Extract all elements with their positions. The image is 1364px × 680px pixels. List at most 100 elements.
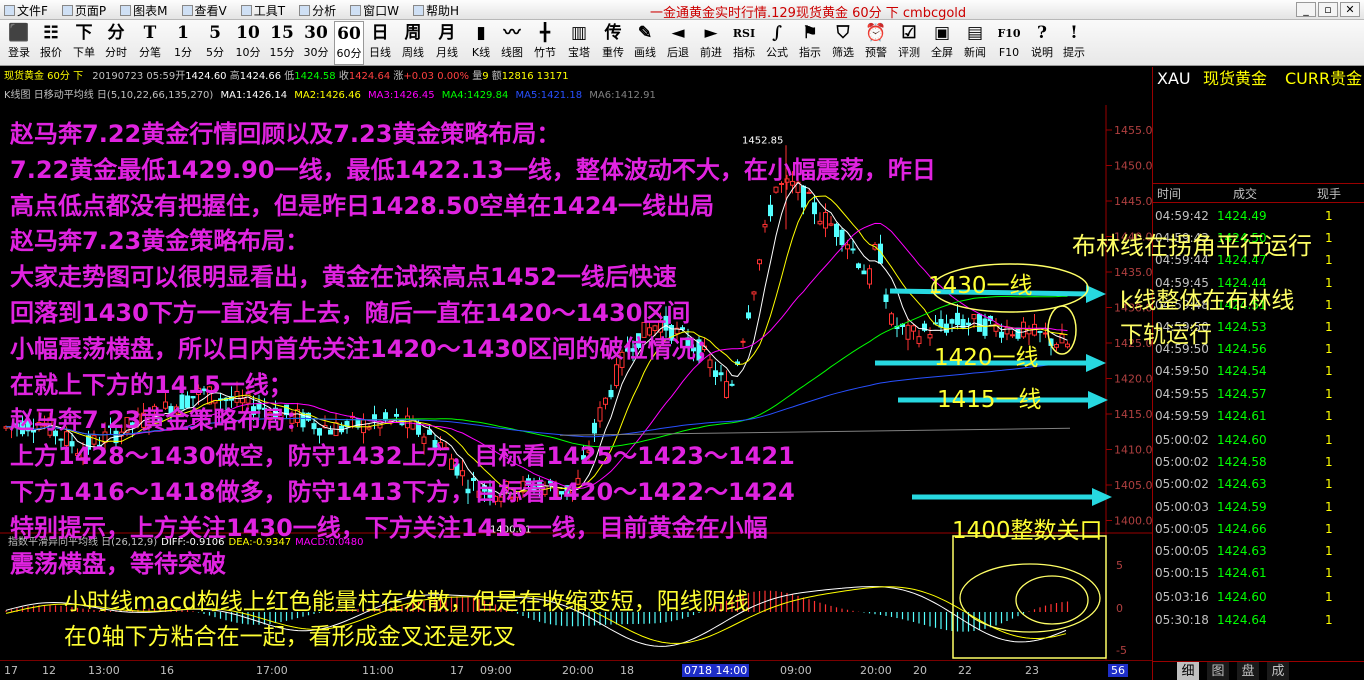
tick-row[interactable]: 04:59:44 1424.47 1 — [1153, 249, 1364, 271]
tick-row[interactable]: 05:00:05 1424.66 1 — [1153, 518, 1364, 540]
tick-volume: 1 — [1325, 342, 1333, 357]
toolbar-button-11[interactable]: 日日线 — [365, 21, 395, 65]
tick-row[interactable]: 05:03:16 1424.60 1 — [1153, 586, 1364, 608]
minimize-icon[interactable]: _ — [1296, 2, 1316, 17]
toolbar-button-26[interactable]: ⏰ 预警 — [860, 21, 892, 65]
toolbar-button-25[interactable]: ⛉ 筛选 — [827, 21, 859, 65]
toolbar-button-28[interactable]: ▣ 全屏 — [926, 21, 958, 65]
menu-analysis[interactable]: 分析 — [299, 2, 336, 18]
tick-volume: 1 — [1325, 455, 1333, 470]
toolbar-button-5[interactable]: 1 1分 — [168, 21, 198, 65]
toolbar-button-23[interactable]: ∫ 公式 — [761, 21, 793, 65]
toolbar-button-13[interactable]: 月月线 — [430, 21, 464, 65]
tick-row[interactable]: 05:00:02 1424.58 1 — [1153, 451, 1364, 473]
candle-body — [834, 223, 839, 237]
toolbar-button-16[interactable]: ╋ 竹节 — [528, 21, 562, 65]
candle-body — [190, 395, 196, 399]
tick-row[interactable]: 05:00:03 1424.59 1 — [1153, 496, 1364, 518]
toolbar-button-29[interactable]: ▤ 新闻 — [958, 21, 992, 65]
trading-app-window: 文件F 页面P 图表M 查看V 工具T 分析 窗口W 帮助H 一金通黄金实时行情… — [0, 0, 1364, 680]
toolbar-button-1[interactable]: ☷ 报价 — [36, 21, 66, 65]
toolbar-button-15[interactable]: 〰线图 — [497, 21, 527, 65]
toolbar-icon-1: ☷ — [43, 23, 59, 43]
tick-volume: 1 — [1325, 275, 1333, 290]
tick-time: 04:59:50 — [1155, 342, 1209, 357]
tick-row[interactable]: 04:59:42 1424.49 1 — [1153, 205, 1364, 227]
quote-info-bar: 现货黄金 60分 下 20190723 05:59开1424.60 高1424.… — [0, 67, 1152, 87]
toolbar-label-7: 10分 — [235, 46, 261, 59]
candle-body — [80, 449, 86, 459]
tick-row[interactable]: 04:59:48 1424.51 1 — [1153, 294, 1364, 316]
toolbar-button-14[interactable]: ▮ K线 — [466, 21, 496, 65]
candle-body — [168, 406, 174, 417]
menu-view[interactable]: 查看V — [181, 2, 227, 18]
candle-body — [608, 390, 614, 398]
candle-body — [586, 450, 592, 454]
toolbar-button-4[interactable]: T 分笔 — [134, 21, 166, 65]
time-axis-label: 17:00 — [256, 664, 288, 677]
close-icon[interactable]: ✕ — [1340, 2, 1360, 17]
toolbar-button-2[interactable]: 下下单 — [69, 21, 99, 65]
tick-row[interactable]: 04:59:50 1424.54 1 — [1153, 360, 1364, 382]
toolbar-button-3[interactable]: 分分时 — [100, 21, 132, 65]
tick-row[interactable]: 05:00:02 1424.60 1 — [1153, 429, 1364, 451]
tick-row[interactable]: 04:59:55 1424.57 1 — [1153, 383, 1364, 405]
toolbar-button-12[interactable]: 周周线 — [397, 21, 429, 65]
toolbar-button-27[interactable]: ☑ 评测 — [893, 21, 925, 65]
tick-row[interactable]: 05:00:02 1424.63 1 — [1153, 473, 1364, 495]
menu-chart[interactable]: 图表M — [120, 2, 168, 18]
menu-help[interactable]: 帮助H — [412, 2, 459, 18]
toolbar-button-8[interactable]: 15 15分 — [266, 21, 298, 65]
toolbar-button-6[interactable]: 5 5分 — [200, 21, 230, 65]
ma4-value: MA4:1429.84 — [441, 90, 509, 101]
tick-row[interactable]: 04:59:50 1424.56 1 — [1153, 338, 1364, 360]
toolbar-label-9: 30分 — [303, 46, 329, 59]
tick-row[interactable]: 05:00:15 1424.61 1 — [1153, 562, 1364, 584]
candle-body — [823, 212, 828, 229]
menu-page[interactable]: 页面P — [61, 2, 106, 18]
toolbar-button-17[interactable]: ▥ 宝塔 — [563, 21, 595, 65]
tick-time: 04:59:45 — [1155, 275, 1209, 290]
time-axis-label: 11:00 — [362, 664, 394, 677]
candle-body — [157, 418, 163, 422]
tick-row[interactable]: 04:59:50 1424.53 1 — [1153, 316, 1364, 338]
toolbar-button-9[interactable]: 30 30分 — [300, 21, 332, 65]
menu-tools[interactable]: 工具T — [240, 2, 285, 18]
kline-chart[interactable]: 1455.0 1450.0 1445.0 1440.0 1435.0 1430.0 1425… — [0, 105, 1152, 660]
toolbar-button-20[interactable]: ◄ 后退 — [662, 21, 694, 65]
candle-body — [1048, 338, 1054, 346]
tab-trades[interactable]: 成 — [1267, 662, 1289, 680]
toolbar-button-21[interactable]: ► 前进 — [695, 21, 727, 65]
candle-body — [20, 420, 25, 435]
toolbar-button-18[interactable]: 传重传 — [597, 21, 629, 65]
tab-detail[interactable]: 细 — [1177, 662, 1199, 680]
toolbar-button-7[interactable]: 10 10分 — [232, 21, 264, 65]
tick-row[interactable]: 05:30:18 1424.64 1 — [1153, 609, 1364, 631]
toolbar-label-11: 日线 — [369, 46, 391, 59]
toolbar-icon-21: ► — [704, 23, 718, 43]
candle-body — [91, 435, 97, 445]
candle-body — [619, 351, 625, 368]
candle-body — [592, 422, 597, 434]
tick-row[interactable]: 04:59:59 1424.61 1 — [1153, 405, 1364, 427]
tab-chart[interactable]: 图 — [1207, 662, 1229, 680]
toolbar-button-32[interactable]: ! 提示 — [1058, 21, 1090, 65]
menu-file[interactable]: 文件F — [4, 2, 48, 18]
toolbar-icon-26: ⏰ — [865, 23, 887, 43]
toolbar-label-4: 分笔 — [139, 46, 161, 59]
tick-row[interactable]: 05:00:05 1424.63 1 — [1153, 540, 1364, 562]
tick-row[interactable]: 04:59:45 1424.44 1 — [1153, 272, 1364, 294]
toolbar-button-24[interactable]: ⚑ 指示 — [794, 21, 826, 65]
toolbar-button-10[interactable]: 60 60分 — [334, 21, 364, 65]
tab-depth[interactable]: 盘 — [1237, 662, 1259, 680]
toolbar-button-22[interactable]: RSI 指标 — [729, 21, 759, 65]
menu-window[interactable]: 窗口W — [350, 2, 399, 18]
restore-icon[interactable]: ▫ — [1318, 2, 1338, 17]
candle-body — [867, 268, 872, 285]
toolbar-button-0[interactable]: ⬛ 登录 — [4, 21, 34, 65]
toolbar-button-30[interactable]: F10 F10 — [993, 21, 1025, 65]
toolbar-button-19[interactable]: ✎ 画线 — [629, 21, 661, 65]
tick-row[interactable]: 04:59:43 1424.50 1 — [1153, 227, 1364, 249]
candle-body — [256, 402, 262, 410]
toolbar-button-31[interactable]: ? 说明 — [1026, 21, 1058, 65]
